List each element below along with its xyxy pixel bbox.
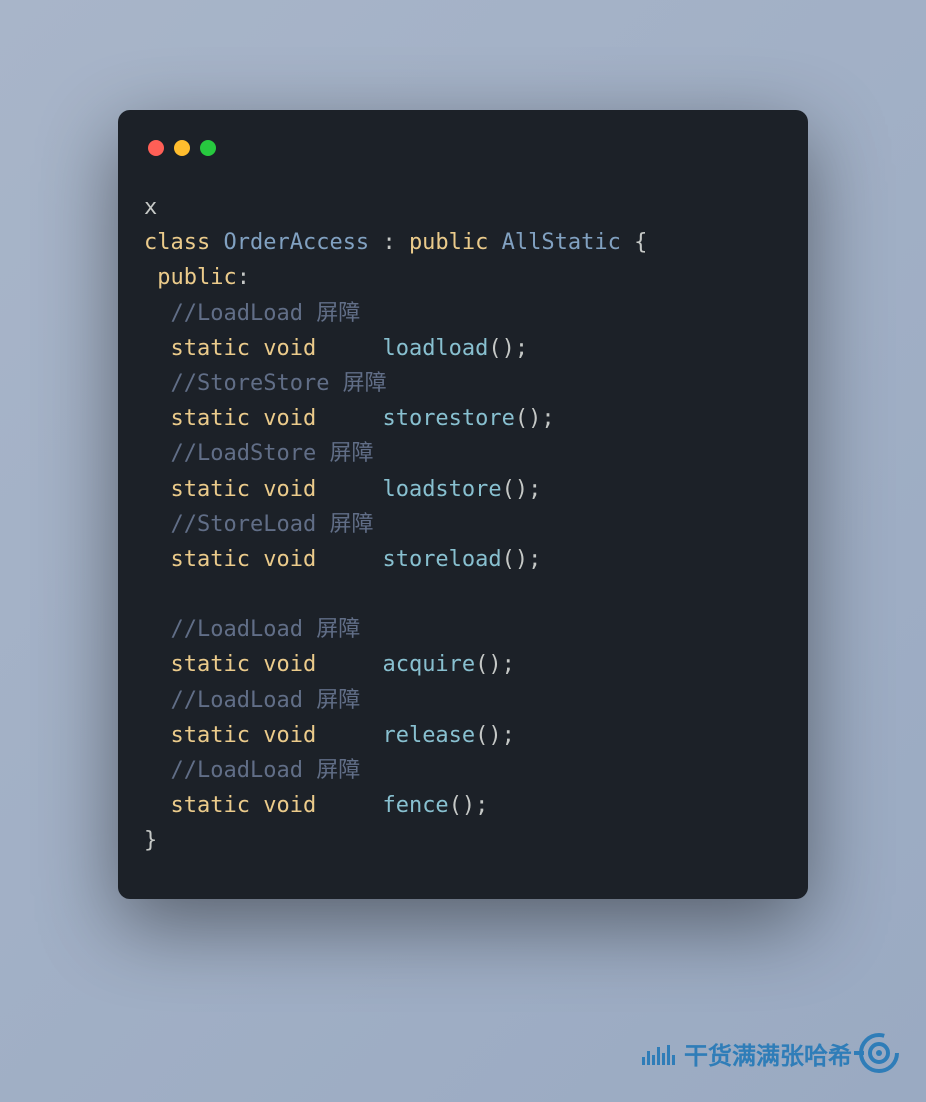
comment-loadstore: //LoadStore 屏障 [171,441,374,466]
keyword-static: static [171,336,250,361]
keyword-void: void [263,723,316,748]
maximize-icon[interactable] [200,140,216,156]
keyword-static: static [171,793,250,818]
call-punct: (); [475,652,515,677]
keyword-static: static [171,406,250,431]
call-punct: (); [515,406,555,431]
comment-release: //LoadLoad 屏障 [171,688,361,713]
fn-storestore: storestore [382,406,514,431]
colon: : [382,230,395,255]
watermark-logo-icon [854,1028,904,1078]
call-punct: (); [502,477,542,502]
keyword-static: static [171,652,250,677]
keyword-static: static [171,547,250,572]
comment-acquire: //LoadLoad 屏障 [171,617,361,642]
keyword-void: void [263,336,316,361]
comment-fence: //LoadLoad 屏障 [171,758,361,783]
window-titlebar [144,140,782,156]
class-name: OrderAccess [223,230,369,255]
fn-release: release [382,723,475,748]
watermark: 干货满满张哈希 [648,1028,904,1078]
keyword-void: void [263,477,316,502]
brace-close: } [144,828,157,853]
call-punct: (); [449,793,489,818]
colon: : [237,265,250,290]
comment-storeload: //StoreLoad 屏障 [171,512,374,537]
minimize-icon[interactable] [174,140,190,156]
comment-loadload: //LoadLoad 屏障 [171,301,361,326]
watermark-text: 干货满满张哈希 [684,1036,852,1071]
keyword-class: class [144,230,210,255]
code-block: x class OrderAccess : public AllStatic {… [144,190,782,859]
watermark-bars-icon [642,1041,682,1065]
keyword-static: static [171,723,250,748]
fn-loadload: loadload [382,336,488,361]
keyword-void: void [263,652,316,677]
code-text: x [144,195,157,220]
fn-fence: fence [382,793,448,818]
fn-loadstore: loadstore [382,477,501,502]
call-punct: (); [475,723,515,748]
close-icon[interactable] [148,140,164,156]
call-punct: (); [502,547,542,572]
comment-storestore: //StoreStore 屏障 [171,371,387,396]
code-window: x class OrderAccess : public AllStatic {… [118,110,808,899]
brace-open: { [634,230,647,255]
keyword-void: void [263,547,316,572]
access-label: public [157,265,236,290]
fn-acquire: acquire [382,652,475,677]
call-punct: (); [488,336,528,361]
fn-storeload: storeload [382,547,501,572]
parent-class: AllStatic [502,230,621,255]
keyword-void: void [263,406,316,431]
keyword-public: public [409,230,488,255]
keyword-void: void [263,793,316,818]
keyword-static: static [171,477,250,502]
